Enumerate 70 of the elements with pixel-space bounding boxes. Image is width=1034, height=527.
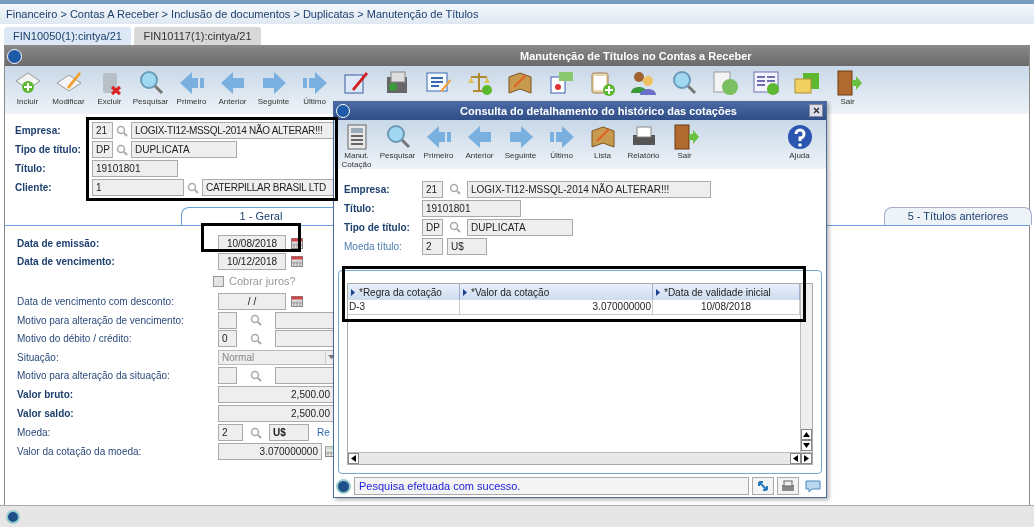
column-header[interactable]: *Valor da cotação <box>460 284 653 301</box>
input-field[interactable]: 0 <box>218 330 237 347</box>
input-field[interactable]: 2,500.00 <box>218 405 334 422</box>
toolbar-button[interactable]: Primeiro <box>418 122 459 160</box>
checkbox-label: Cobrar juros? <box>229 273 296 289</box>
field-label: Motivo do débito / crédito: <box>17 332 133 346</box>
breadcrumb: Financeiro > Contas A Receber > Inclusão de documentos > Duplicatas > Manutenção de Títulos <box>6 6 479 22</box>
input-field[interactable]: 3.070000000 <box>218 443 322 460</box>
field-label: Tipo de título: <box>344 220 411 235</box>
field-label: Moeda título: <box>344 239 403 254</box>
field-label: Data de emissão: <box>17 236 101 251</box>
toolbar-button[interactable]: Modificar <box>48 69 89 106</box>
help-button[interactable]: Ajuda <box>779 122 820 160</box>
tab[interactable]: FIN10050(1):cintya/21 <box>4 27 131 45</box>
field-label: Data de vencimento: <box>17 254 116 269</box>
field-label: Título: <box>344 201 376 216</box>
toolbar-button[interactable]: Manut. Cotação <box>336 122 377 169</box>
field-label: Motivo para alteração da situação: <box>17 369 171 383</box>
toolbar-button[interactable]: Sair <box>827 69 868 106</box>
input-field[interactable]: 21 <box>92 122 113 139</box>
input-field: LOGIX-TI12-MSSQL-2014 NÃO ALTERAR!!! <box>467 180 711 198</box>
table-cell: 3.070000000 <box>460 300 653 315</box>
toolbar-button[interactable]: Pesquisar <box>377 122 418 160</box>
input-field[interactable]: 19101801 <box>92 160 178 177</box>
link[interactable]: Re <box>317 425 330 440</box>
field-label: Título: <box>15 162 47 176</box>
toolbar-button[interactable]: Excluir <box>89 69 130 106</box>
table-cell: D-3 <box>348 300 460 315</box>
toolbar-button[interactable]: Relatório <box>623 122 664 160</box>
field-label: Cliente: <box>15 181 53 195</box>
toolbar-button[interactable]: Seguinte <box>500 122 541 160</box>
toolbar-button[interactable]: Lista <box>582 122 623 160</box>
toolbar-button[interactable]: Pesquisar <box>130 69 171 106</box>
field-label: Data de vencimento com desconto: <box>17 295 175 309</box>
toolbar-button[interactable]: Anterior <box>212 69 253 106</box>
input-field[interactable]: DP <box>422 218 443 236</box>
input-field: DUPLICATA <box>467 218 573 236</box>
toolbar-button[interactable]: Primeiro <box>171 69 212 106</box>
toolbar-button[interactable]: Seguinte <box>253 69 294 106</box>
tab[interactable]: FIN10117(1):cintya/21 <box>134 27 261 45</box>
window-title: Manutenção de Títulos no Contas a Receber <box>520 48 752 64</box>
field-label: Valor da cotação da moeda: <box>17 445 143 459</box>
column-header[interactable]: *Regra da cotação <box>348 284 460 301</box>
toolbar-button[interactable]: Incluir <box>7 69 48 106</box>
field-label: Motivo para alteração de vencimento: <box>17 313 185 328</box>
input-field[interactable]: 21 <box>422 180 443 198</box>
field-label: Moeda: <box>17 426 52 440</box>
toolbar-button[interactable]: Último <box>294 69 335 106</box>
input-field[interactable]: 2 <box>422 237 443 255</box>
input-field: DUPLICATA <box>131 141 237 158</box>
date-field[interactable]: 10/12/2018 <box>218 252 286 270</box>
field-label: Situação: <box>17 350 60 365</box>
dialog-title: Consulta do detalhamento do histórico das cotações <box>460 103 737 119</box>
section-tab[interactable]: 5 - Títulos anteriores <box>884 207 1032 225</box>
field-label: Empresa: <box>15 124 62 138</box>
input-field[interactable]: 2 <box>218 424 243 441</box>
toolbar-button[interactable]: Último <box>541 122 582 160</box>
field-label: Valor bruto: <box>17 388 75 402</box>
date-field[interactable]: / / <box>218 293 286 310</box>
input-field: U$ <box>269 424 309 441</box>
toolbar-button[interactable]: Anterior <box>459 122 500 160</box>
input-field: U$ <box>447 237 487 255</box>
input-field[interactable]: 1 <box>92 179 184 196</box>
input-field[interactable]: 2,500.00 <box>218 386 334 403</box>
status-message: Pesquisa efetuada com sucesso. <box>354 477 749 496</box>
field-label: Tipo de título: <box>15 143 82 157</box>
input-field[interactable]: DP <box>92 141 113 158</box>
field-label: Valor saldo: <box>17 407 75 421</box>
input-field[interactable]: 19101801 <box>422 199 521 217</box>
toolbar-button[interactable]: Sair <box>664 122 705 160</box>
